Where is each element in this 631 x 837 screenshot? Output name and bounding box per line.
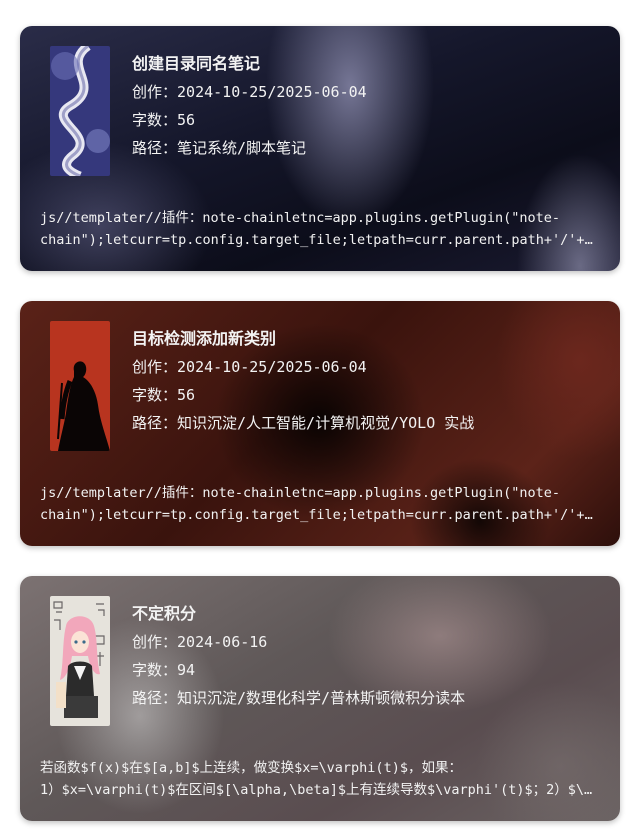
note-card[interactable]: 不定积分 创作：2024-06-16 字数：94 路径：知识沉淀/数理化科学/普…	[20, 576, 620, 821]
note-path: 路径：知识沉淀/数理化科学/普林斯顿微积分读本	[132, 689, 466, 707]
note-title[interactable]: 创建目录同名笔记	[132, 54, 367, 74]
note-card[interactable]: 创建目录同名笔记 创作：2024-10-25/2025-06-04 字数：56 …	[20, 26, 620, 271]
note-snippet: 若函数$f(x)$在$[a,b]$上连续，做变换$x=\varphi(t)$，如…	[40, 760, 598, 798]
word-count: 字数：94	[132, 661, 196, 679]
anime-girl-cover-icon	[50, 596, 110, 726]
word-count: 字数：56	[132, 386, 196, 404]
note-snippet: js//templater//插件：note-chainletnc=app.pl…	[40, 210, 598, 248]
note-path: 路径：知识沉淀/人工智能/计算机视觉/YOLO 实战	[132, 414, 475, 432]
note-path: 路径：笔记系统/脚本笔记	[132, 139, 307, 157]
note-card[interactable]: 目标检测添加新类别 创作：2024-10-25/2025-06-04 字数：56…	[20, 301, 620, 546]
word-count: 字数：56	[132, 111, 196, 129]
note-snippet: js//templater//插件：note-chainletnc=app.pl…	[40, 485, 598, 523]
created-date: 创作：2024-10-25/2025-06-04	[132, 358, 367, 376]
created-date: 创作：2024-06-16	[132, 633, 268, 651]
note-title[interactable]: 目标检测添加新类别	[132, 329, 474, 349]
silhouette-cover-icon	[50, 321, 110, 451]
created-date: 创作：2024-10-25/2025-06-04	[132, 83, 367, 101]
note-title[interactable]: 不定积分	[132, 604, 465, 624]
abstract-wave-cover-icon	[50, 46, 110, 176]
